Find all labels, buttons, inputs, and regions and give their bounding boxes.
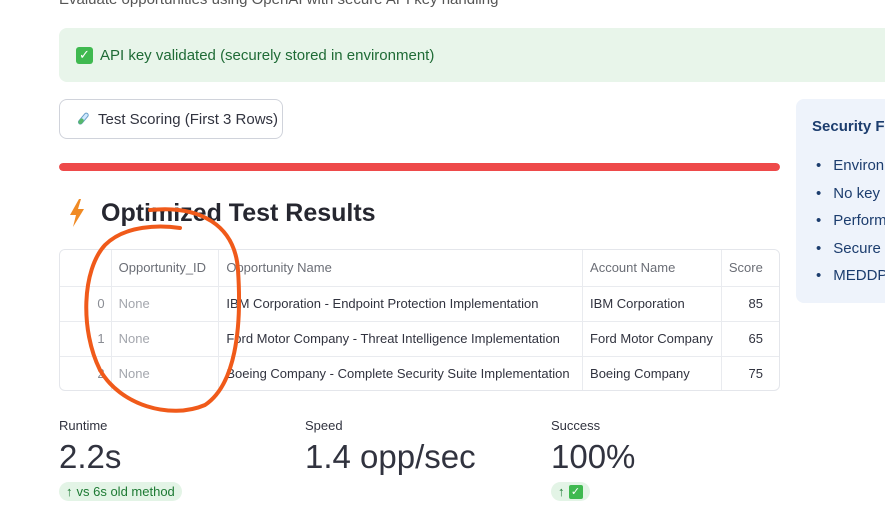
table-row[interactable]: 2 None Boeing Company - Complete Securit… bbox=[60, 356, 779, 390]
cell-score[interactable]: 75 bbox=[721, 356, 779, 390]
cell-account-name[interactable]: Ford Motor Company bbox=[582, 321, 722, 357]
cell-account-name[interactable]: Boeing Company bbox=[582, 356, 722, 390]
column-header-index[interactable] bbox=[60, 250, 112, 287]
security-features-list: Environ No key Perform Secure MEDDP bbox=[816, 157, 885, 295]
cell-opportunity-id[interactable]: None bbox=[111, 356, 220, 390]
metric-delta: ↑ vs 6s old method bbox=[59, 482, 182, 501]
metric-speed: Speed 1.4 opp/sec bbox=[305, 418, 476, 476]
column-header-score[interactable]: Score bbox=[721, 250, 779, 287]
list-item: Secure bbox=[816, 240, 885, 268]
table-row[interactable]: 1 None Ford Motor Company - Threat Intel… bbox=[60, 321, 779, 357]
results-heading: Optimized Test Results bbox=[67, 198, 376, 228]
security-features-panel: Security Fe Environ No key Perform Secur… bbox=[796, 99, 885, 303]
test-scoring-button[interactable]: Test Scoring (First 3 Rows) bbox=[59, 99, 283, 139]
metric-label: Runtime bbox=[59, 418, 108, 433]
progress-fill bbox=[59, 163, 780, 171]
test-scoring-label: Test Scoring (First 3 Rows) bbox=[98, 110, 279, 128]
metric-success: Success 100% ↑ ✓ bbox=[551, 418, 635, 501]
cell-opportunity-name[interactable]: Boeing Company - Complete Security Suite… bbox=[218, 356, 584, 390]
column-header-opportunity-name[interactable]: Opportunity Name bbox=[218, 250, 584, 287]
lightning-bolt-icon bbox=[70, 199, 84, 227]
checkmark-icon: ✓ bbox=[76, 46, 93, 64]
metric-runtime: Runtime 2.2s ↑ vs 6s old method bbox=[59, 418, 182, 501]
column-header-opportunity-id[interactable]: Opportunity_ID bbox=[111, 250, 220, 287]
metric-delta-text: vs 6s old method bbox=[76, 484, 175, 499]
checkmark-icon: ✓ bbox=[568, 484, 583, 499]
security-panel-title: Security Fe bbox=[812, 118, 885, 135]
results-title: Optimized Test Results bbox=[101, 198, 376, 227]
progress-bar bbox=[59, 163, 780, 171]
list-item: Environ bbox=[816, 157, 885, 185]
cell-opportunity-id[interactable]: None bbox=[111, 286, 220, 322]
test-tube-icon bbox=[77, 112, 89, 125]
list-item: No key bbox=[816, 185, 885, 213]
column-header-account-name[interactable]: Account Name bbox=[582, 250, 722, 287]
metric-value: 1.4 opp/sec bbox=[305, 438, 476, 475]
list-item: MEDDP bbox=[816, 267, 885, 295]
row-index: 0 bbox=[60, 286, 112, 322]
results-table[interactable]: Opportunity_ID Opportunity Name Account … bbox=[59, 249, 780, 391]
metric-label: Success bbox=[551, 418, 601, 433]
cell-score[interactable]: 65 bbox=[721, 321, 779, 357]
metric-value: 2.2s bbox=[59, 438, 122, 475]
row-index: 1 bbox=[60, 321, 112, 357]
row-index: 2 bbox=[60, 356, 112, 390]
arrow-up-icon: ↑ bbox=[66, 484, 73, 499]
alert-text: API key validated (securely stored in en… bbox=[100, 46, 435, 64]
success-alert: ✓ API key validated (securely stored in … bbox=[59, 28, 885, 82]
list-item: Perform bbox=[816, 212, 885, 240]
cell-opportunity-name[interactable]: Ford Motor Company - Threat Intelligence… bbox=[218, 321, 584, 357]
metric-value: 100% bbox=[551, 438, 636, 475]
table-row[interactable]: 0 None IBM Corporation - Endpoint Protec… bbox=[60, 286, 779, 322]
cell-opportunity-id[interactable]: None bbox=[111, 321, 220, 357]
cell-account-name[interactable]: IBM Corporation bbox=[582, 286, 722, 322]
arrow-up-icon: ↑ bbox=[558, 484, 565, 499]
metric-delta: ↑ ✓ bbox=[551, 482, 590, 501]
cell-score[interactable]: 85 bbox=[721, 286, 779, 322]
cell-opportunity-name[interactable]: IBM Corporation - Endpoint Protection Im… bbox=[218, 286, 584, 322]
table-header-row: Opportunity_ID Opportunity Name Account … bbox=[60, 250, 779, 287]
page-caption: Evaluate opportunities using OpenAI with… bbox=[59, 0, 498, 8]
metric-label: Speed bbox=[305, 418, 343, 433]
